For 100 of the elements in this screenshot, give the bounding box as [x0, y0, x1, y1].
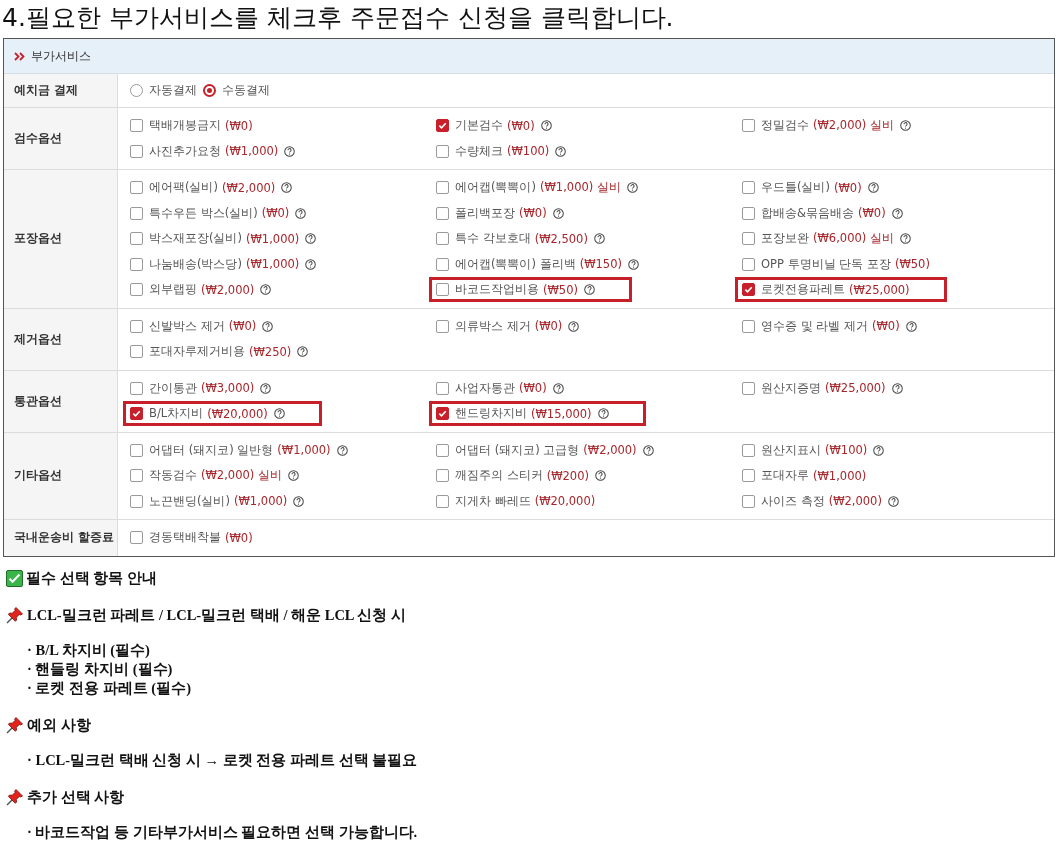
- help-icon[interactable]: [555, 145, 567, 157]
- option-price: (₩50): [543, 282, 578, 297]
- checkbox[interactable]: [130, 144, 143, 158]
- checkbox[interactable]: [436, 181, 449, 195]
- option-label: 기본검수: [455, 118, 503, 134]
- help-icon[interactable]: [260, 382, 272, 394]
- checkbox[interactable]: [742, 283, 755, 297]
- help-icon[interactable]: [552, 382, 564, 394]
- checkbox[interactable]: [436, 443, 449, 457]
- option-label: 폴리백포장: [455, 205, 515, 221]
- radio-label: 수동결제: [222, 83, 270, 98]
- checkbox[interactable]: [130, 494, 143, 508]
- help-icon[interactable]: [284, 145, 296, 157]
- help-icon[interactable]: [305, 258, 317, 270]
- option-label: 우드틀(실비): [761, 180, 830, 196]
- help-icon[interactable]: [891, 207, 903, 219]
- checkbox[interactable]: [436, 232, 449, 246]
- help-icon[interactable]: [594, 470, 606, 482]
- option-label: 깨짐주의 스티커: [455, 468, 543, 484]
- row-label: 통관옵션: [4, 370, 118, 432]
- option-price: (₩25,000): [825, 381, 886, 396]
- help-icon[interactable]: [905, 320, 917, 332]
- help-icon[interactable]: [287, 470, 299, 482]
- checkbox[interactable]: [436, 119, 449, 133]
- checkbox[interactable]: [742, 232, 755, 246]
- help-icon[interactable]: [627, 258, 639, 270]
- help-icon[interactable]: [305, 233, 317, 245]
- option-price: (₩50): [894, 257, 930, 272]
- checkbox[interactable]: [742, 319, 755, 333]
- pushpin-icon: [6, 606, 24, 624]
- help-icon[interactable]: [584, 284, 595, 296]
- help-icon[interactable]: [899, 120, 911, 132]
- checkbox[interactable]: [130, 232, 143, 246]
- checkbox[interactable]: [130, 319, 143, 333]
- option-label: 외부랩핑: [149, 282, 197, 298]
- row-label: 포장옵션: [4, 170, 118, 308]
- help-icon[interactable]: [873, 444, 885, 456]
- checkbox[interactable]: [436, 469, 449, 483]
- checkbox[interactable]: [436, 494, 449, 508]
- note-line: · 로켓 전용 파레트 (필수): [27, 678, 192, 698]
- help-icon[interactable]: [626, 182, 638, 194]
- help-icon[interactable]: [867, 182, 879, 194]
- help-icon[interactable]: [899, 233, 911, 245]
- option-label: 영수증 및 라벨 제거: [761, 318, 868, 334]
- help-icon[interactable]: [540, 120, 552, 132]
- checkbox[interactable]: [130, 119, 143, 133]
- radio-button[interactable]: [203, 84, 216, 97]
- help-icon[interactable]: [552, 207, 564, 219]
- help-icon[interactable]: [642, 444, 654, 456]
- help-icon[interactable]: [260, 284, 272, 296]
- help-icon[interactable]: [891, 382, 903, 394]
- option-price: (₩0): [507, 118, 535, 133]
- checkbox[interactable]: [130, 531, 143, 545]
- checkbox[interactable]: [742, 381, 755, 395]
- help-icon[interactable]: [262, 320, 274, 332]
- checkbox[interactable]: [436, 381, 449, 395]
- checkbox[interactable]: [742, 469, 755, 483]
- checkbox[interactable]: [742, 119, 755, 133]
- checkbox[interactable]: [436, 206, 449, 220]
- option-price: (₩2,000): [222, 180, 276, 195]
- checkbox[interactable]: [742, 257, 755, 271]
- checkbox[interactable]: [436, 257, 449, 271]
- help-icon[interactable]: [597, 408, 609, 420]
- help-icon[interactable]: [293, 495, 305, 507]
- checkbox[interactable]: [436, 319, 449, 333]
- option-price: (₩1,000): [225, 144, 279, 159]
- checkbox[interactable]: [130, 407, 143, 421]
- option-label: 정밀검수: [761, 118, 809, 134]
- help-icon[interactable]: [295, 207, 307, 219]
- checkbox[interactable]: [130, 181, 143, 195]
- option-label: 포대자루제거비용: [149, 344, 245, 360]
- help-icon[interactable]: [593, 233, 605, 245]
- row-label: 제거옵션: [4, 308, 118, 370]
- checkbox[interactable]: [130, 345, 143, 359]
- checkbox[interactable]: [130, 381, 143, 395]
- option-label: 어댑터 (돼지코) 고급형: [455, 442, 580, 458]
- checkbox[interactable]: [742, 494, 755, 508]
- checkbox[interactable]: [742, 443, 755, 457]
- checkbox[interactable]: [130, 469, 143, 483]
- option-price: (₩1,000): [234, 494, 288, 509]
- help-icon[interactable]: [887, 495, 899, 507]
- checkbox[interactable]: [130, 443, 143, 457]
- option-label: 노끈밴딩(실비): [149, 493, 230, 509]
- note-heading: LCL-밀크런 파레트 / LCL-밀크런 택배 / 해운 LCL 신청 시: [27, 605, 406, 625]
- help-icon[interactable]: [297, 346, 309, 358]
- checkbox[interactable]: [436, 407, 449, 421]
- checkbox[interactable]: [130, 206, 143, 220]
- checkbox[interactable]: [742, 206, 755, 220]
- checkbox[interactable]: [436, 144, 449, 158]
- note-heading: 예외 사항: [27, 715, 91, 735]
- help-icon[interactable]: [568, 320, 580, 332]
- checkbox[interactable]: [436, 283, 449, 297]
- checkbox[interactable]: [130, 257, 143, 271]
- help-icon[interactable]: [273, 408, 285, 420]
- checkbox[interactable]: [130, 283, 143, 297]
- pushpin-icon: [6, 716, 24, 734]
- help-icon[interactable]: [336, 444, 348, 456]
- option-price: (₩1,000): [277, 443, 331, 458]
- checkbox[interactable]: [742, 181, 755, 195]
- help-icon[interactable]: [281, 182, 293, 194]
